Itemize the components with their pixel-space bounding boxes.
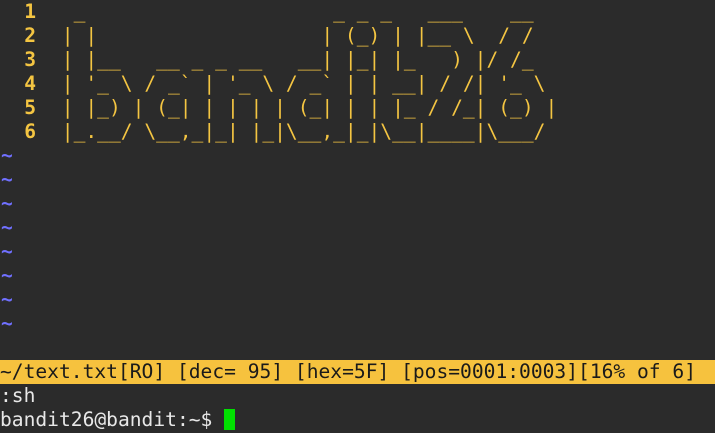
vim-buffer[interactable]: 1 _ _ _ _ ___ __ 2 | | | (_) | |__ \ / /…	[0, 0, 715, 336]
tilde-marker: ~	[1, 288, 13, 311]
empty-line-marker: ~	[0, 240, 715, 264]
buffer-line-3: 3 | |__ __ _ _ __ __| |_| |_ ) |/ /_	[0, 48, 715, 72]
buffer-line-1: 1 _ _ _ _ ___ __	[0, 0, 715, 24]
line-number: 3	[24, 48, 36, 71]
buffer-line-5: 5 | |_) | (_| | | | | (_| | | |_ / /_| (…	[0, 96, 715, 120]
text-cursor	[224, 409, 236, 430]
tilde-marker: ~	[1, 144, 13, 167]
tilde-marker: ~	[1, 192, 13, 215]
empty-line-marker: ~	[0, 312, 715, 336]
tilde-marker: ~	[1, 312, 13, 335]
tilde-marker: ~	[1, 264, 13, 287]
line-number: 5	[24, 96, 36, 119]
line-number: 6	[24, 120, 36, 143]
shell-prompt: bandit26@bandit:~$	[0, 408, 213, 431]
line-number: 4	[24, 72, 36, 95]
empty-line-marker: ~	[0, 264, 715, 288]
empty-line-marker: ~	[0, 192, 715, 216]
empty-line-marker: ~	[0, 288, 715, 312]
empty-line-marker: ~	[0, 168, 715, 192]
ascii-art-line: _ _ _ _ ___ __	[50, 0, 546, 23]
tilde-marker: ~	[1, 240, 13, 263]
line-number: 1	[24, 0, 36, 23]
vim-command-line[interactable]: :sh	[0, 384, 715, 408]
ascii-art-line: | | | (_) | |__ \ / /	[50, 24, 546, 47]
ascii-art-line: | |_) | (_| | | | | (_| | | |_ / /_| (_)…	[50, 96, 558, 119]
buffer-line-2: 2 | | | (_) | |__ \ / /	[0, 24, 715, 48]
empty-line-marker: ~	[0, 216, 715, 240]
ascii-art-line: |_.__/ \__,_|_| |_|\__,_|_|\__|____|\___…	[50, 120, 558, 143]
line-number: 2	[24, 24, 36, 47]
terminal-window[interactable]: 1 _ _ _ _ ___ __ 2 | | | (_) | |__ \ / /…	[0, 0, 715, 433]
empty-line-marker: ~	[0, 144, 715, 168]
shell-prompt-line[interactable]: bandit26@bandit:~$	[0, 408, 715, 432]
ascii-art-line: | |__ __ _ _ __ __| |_| |_ ) |/ /_	[50, 48, 546, 71]
buffer-line-6: 6 |_.__/ \__,_|_| |_|\__,_|_|\__|____|\_…	[0, 120, 715, 144]
buffer-line-4: 4 | '_ \ / _` | '_ \ / _` | | __| / /| '…	[0, 72, 715, 96]
tilde-marker: ~	[1, 168, 13, 191]
tilde-marker: ~	[1, 216, 13, 239]
vim-statusline: ~/text.txt[RO] [dec= 95] [hex=5F] [pos=0…	[0, 360, 715, 384]
ascii-art-line: | '_ \ / _` | '_ \ / _` | | __| / /| '_ …	[50, 72, 546, 95]
